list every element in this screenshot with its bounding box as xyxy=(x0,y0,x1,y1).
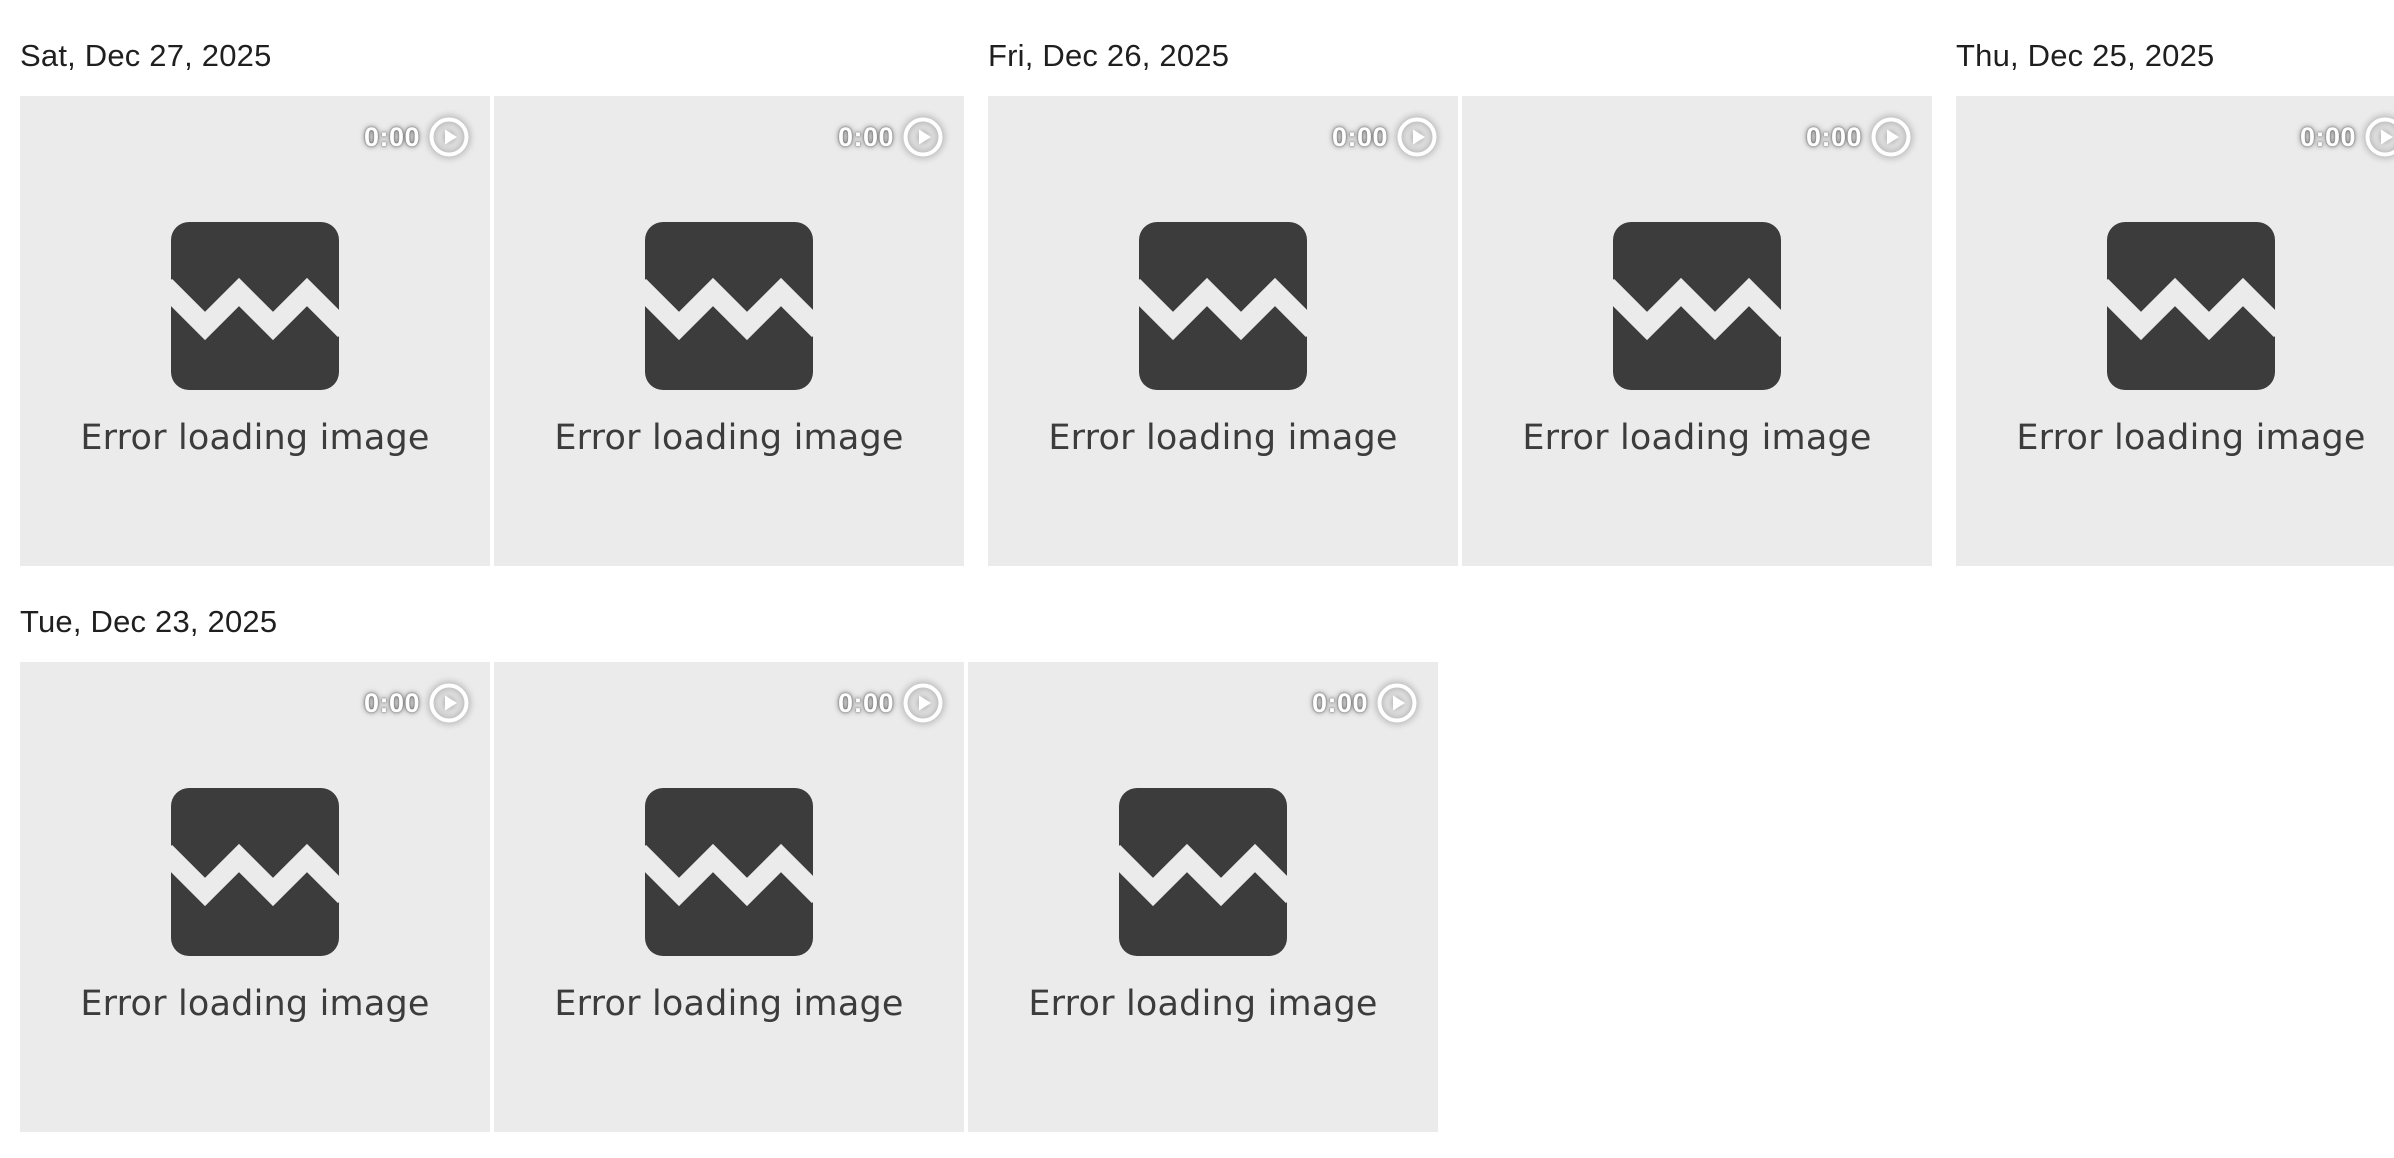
broken-image-icon xyxy=(2107,222,2275,390)
date-heading: Sat, Dec 27, 2025 xyxy=(20,38,272,73)
play-circle-icon xyxy=(902,682,944,724)
date-group: Sat, Dec 27, 2025 0:00 Error loading ima… xyxy=(20,32,964,566)
play-circle-icon xyxy=(428,682,470,724)
video-tile[interactable]: 0:00 Error loading image xyxy=(494,662,964,1132)
duration-overlay: 0:00 xyxy=(364,682,470,724)
timeline-row: Sat, Dec 27, 2025 0:00 Error loading ima… xyxy=(20,32,2394,566)
duration-overlay: 0:00 xyxy=(838,116,944,158)
video-tile[interactable]: 0:00 Error loading image xyxy=(988,96,1458,566)
error-message: Error loading image xyxy=(1028,984,1378,1024)
date-heading: Tue, Dec 23, 2025 xyxy=(20,604,278,639)
broken-image-icon xyxy=(171,222,339,390)
media-grid: 0:00 Error loading image 0:00 Error load… xyxy=(20,96,964,566)
date-group: Fri, Dec 26, 2025 0:00 Error loading ima… xyxy=(988,32,1932,566)
broken-image-icon xyxy=(645,222,813,390)
timeline-row: Tue, Dec 23, 2025 0:00 Error loading ima… xyxy=(20,598,1462,1132)
duration-label: 0:00 xyxy=(2299,121,2356,152)
duration-label: 0:00 xyxy=(837,121,894,152)
duration-overlay: 0:00 xyxy=(838,682,944,724)
duration-overlay: 0:00 xyxy=(364,116,470,158)
error-message: Error loading image xyxy=(2016,418,2366,458)
play-circle-icon xyxy=(1376,682,1418,724)
broken-image-icon xyxy=(1119,788,1287,956)
media-grid: 0:00 Error loading image xyxy=(1956,96,2394,566)
date-heading: Thu, Dec 25, 2025 xyxy=(1956,38,2215,73)
date-group: Thu, Dec 25, 2025 0:00 Error loading ima… xyxy=(1956,32,2394,566)
play-circle-icon xyxy=(1870,116,1912,158)
media-grid: 0:00 Error loading image 0:00 Error load… xyxy=(988,96,1932,566)
play-circle-icon xyxy=(428,116,470,158)
video-tile[interactable]: 0:00 Error loading image xyxy=(494,96,964,566)
date-heading: Fri, Dec 26, 2025 xyxy=(988,38,1230,73)
video-tile[interactable]: 0:00 Error loading image xyxy=(20,662,490,1132)
duration-overlay: 0:00 xyxy=(1806,116,1912,158)
video-tile[interactable]: 0:00 Error loading image xyxy=(20,96,490,566)
duration-label: 0:00 xyxy=(1331,121,1388,152)
broken-image-icon xyxy=(171,788,339,956)
broken-image-icon xyxy=(645,788,813,956)
error-message: Error loading image xyxy=(80,984,430,1024)
video-tile[interactable]: 0:00 Error loading image xyxy=(968,662,1438,1132)
error-message: Error loading image xyxy=(1522,418,1872,458)
video-tile[interactable]: 0:00 Error loading image xyxy=(1956,96,2394,566)
error-message: Error loading image xyxy=(80,418,430,458)
media-grid: 0:00 Error loading image 0:00 Error load… xyxy=(20,662,1438,1132)
duration-overlay: 0:00 xyxy=(1332,116,1438,158)
play-circle-icon xyxy=(902,116,944,158)
video-tile[interactable]: 0:00 Error loading image xyxy=(1462,96,1932,566)
duration-label: 0:00 xyxy=(363,121,420,152)
error-message: Error loading image xyxy=(554,418,904,458)
date-group: Tue, Dec 23, 2025 0:00 Error loading ima… xyxy=(20,598,1438,1132)
play-circle-icon xyxy=(2364,116,2394,158)
error-message: Error loading image xyxy=(554,984,904,1024)
duration-label: 0:00 xyxy=(363,687,420,718)
duration-overlay: 0:00 xyxy=(2300,116,2394,158)
error-message: Error loading image xyxy=(1048,418,1398,458)
duration-overlay: 0:00 xyxy=(1312,682,1418,724)
broken-image-icon xyxy=(1613,222,1781,390)
broken-image-icon xyxy=(1139,222,1307,390)
duration-label: 0:00 xyxy=(837,687,894,718)
duration-label: 0:00 xyxy=(1805,121,1862,152)
duration-label: 0:00 xyxy=(1311,687,1368,718)
photo-timeline: Sat, Dec 27, 2025 0:00 Error loading ima… xyxy=(0,0,2394,1158)
play-circle-icon xyxy=(1396,116,1438,158)
